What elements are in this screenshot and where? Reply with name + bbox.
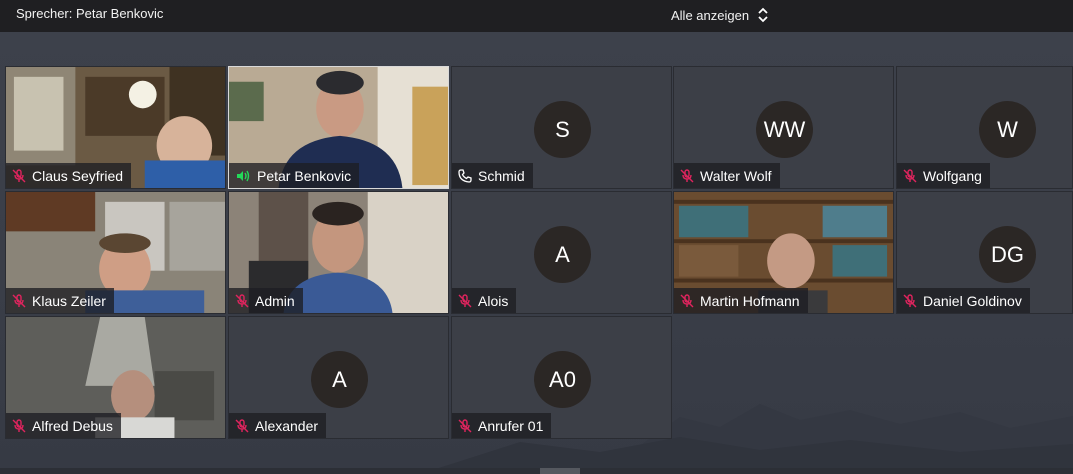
- participant-name-label: Schmid: [452, 163, 533, 188]
- participant-name: Anrufer 01: [478, 417, 544, 434]
- participant-tile-alfred-debus[interactable]: Alfred Debus: [5, 316, 226, 439]
- muted-mic-icon: [12, 418, 26, 432]
- muted-mic-icon: [235, 418, 249, 432]
- muted-mic-icon: [12, 168, 26, 182]
- participant-name-label: Daniel Goldinov: [897, 288, 1030, 313]
- participant-name: Alois: [478, 292, 509, 309]
- muted-mic-icon: [680, 293, 694, 307]
- participant-tile-alexander[interactable]: A Alexander: [228, 316, 449, 439]
- chevron-up-down-icon: [758, 7, 768, 23]
- scrollbar-thumb[interactable]: [540, 468, 580, 474]
- avatar: A: [311, 351, 368, 408]
- participant-name: Wolfgang: [923, 167, 982, 184]
- participant-name-label: Alois: [452, 288, 517, 313]
- participant-name: Claus Seyfried: [32, 167, 124, 184]
- participant-name: Klaus Zeiler: [32, 292, 106, 309]
- avatar: WW: [756, 101, 813, 158]
- muted-mic-icon: [903, 293, 917, 307]
- phone-icon: [458, 168, 472, 183]
- participant-name: Admin: [255, 292, 295, 309]
- participant-tile-wolfgang[interactable]: W Wolfgang: [896, 66, 1073, 189]
- avatar: DG: [979, 226, 1036, 283]
- participant-name: Petar Benkovic: [257, 167, 352, 184]
- participant-tile-alois[interactable]: A Alois: [451, 191, 672, 314]
- participant-tile-claus-seyfried[interactable]: Claus Seyfried: [5, 66, 226, 189]
- participant-name-label: Walter Wolf: [674, 163, 780, 188]
- participant-tile-martin-hofmann[interactable]: Martin Hofmann: [673, 191, 894, 314]
- muted-mic-icon: [458, 418, 472, 432]
- participant-name: Alfred Debus: [32, 417, 113, 434]
- participant-tile-daniel-goldinov[interactable]: DG Daniel Goldinov: [896, 191, 1073, 314]
- participant-name-label: Wolfgang: [897, 163, 990, 188]
- participant-name-label: Klaus Zeiler: [6, 288, 114, 313]
- participant-tile-walter-wolf[interactable]: WW Walter Wolf: [673, 66, 894, 189]
- avatar: A0: [534, 351, 591, 408]
- participant-tile-klaus-zeiler[interactable]: Klaus Zeiler: [5, 191, 226, 314]
- participant-name-label: Alexander: [229, 413, 327, 438]
- participant-name: Martin Hofmann: [700, 292, 800, 309]
- muted-mic-icon: [903, 168, 917, 182]
- muted-mic-icon: [458, 293, 472, 307]
- participant-name: Daniel Goldinov: [923, 292, 1022, 309]
- avatar: A: [534, 226, 591, 283]
- participant-tile-petar-benkovic[interactable]: Petar Benkovic: [228, 66, 449, 189]
- view-all-label: Alle anzeigen: [671, 7, 750, 23]
- muted-mic-icon: [680, 168, 694, 182]
- participant-tile-admin[interactable]: Admin: [228, 191, 449, 314]
- participant-name-label: Admin: [229, 288, 303, 313]
- muted-mic-icon: [12, 293, 26, 307]
- participant-tile-anrufer-01[interactable]: A0 Anrufer 01: [451, 316, 672, 439]
- top-bar: Sprecher: Petar Benkovic Alle anzeigen: [0, 0, 1073, 32]
- participant-name-label: Claus Seyfried: [6, 163, 132, 188]
- participant-name: Schmid: [478, 167, 525, 184]
- participant-name-label: Anrufer 01: [452, 413, 552, 438]
- participant-name: Walter Wolf: [700, 167, 772, 184]
- view-all-toggle[interactable]: Alle anzeigen: [671, 5, 769, 25]
- video-stage: Claus Seyfried Petar Benkovic S Schmid W…: [0, 32, 1073, 474]
- participant-name: Alexander: [255, 417, 319, 434]
- avatar: W: [979, 101, 1036, 158]
- participant-name-label: Martin Hofmann: [674, 288, 808, 313]
- active-speaker-text: Sprecher: Petar Benkovic: [16, 6, 164, 21]
- participant-tile-schmid[interactable]: S Schmid: [451, 66, 672, 189]
- speaker-active-icon: [237, 170, 250, 181]
- avatar: S: [534, 101, 591, 158]
- horizontal-scrollbar[interactable]: [0, 468, 1073, 474]
- participant-name-label: Petar Benkovic: [229, 163, 360, 188]
- muted-mic-icon: [235, 293, 249, 307]
- participant-name-label: Alfred Debus: [6, 413, 121, 438]
